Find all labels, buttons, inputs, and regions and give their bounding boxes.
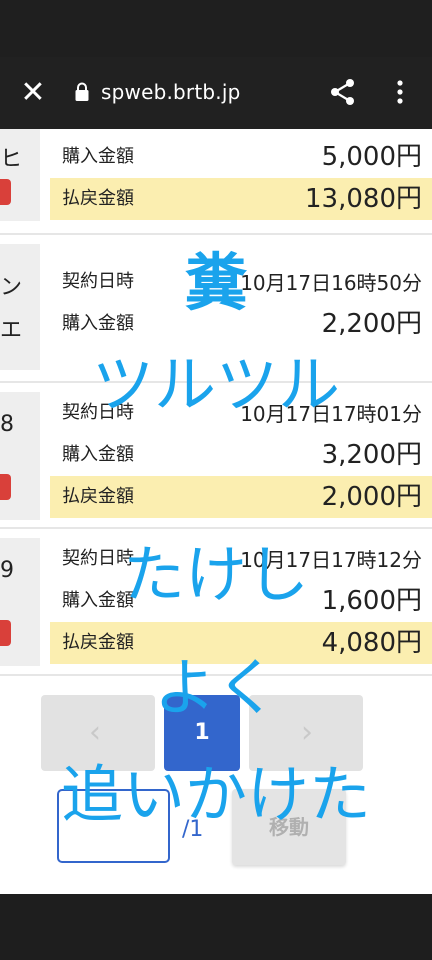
row-label: 契約日時 <box>62 271 134 292</box>
lock-icon <box>75 82 89 101</box>
payout-amount-row: 払戻金額 2,000円 <box>50 476 432 518</box>
divider <box>0 381 432 383</box>
thumbnail-text: ヒ <box>0 147 23 172</box>
purchase-amount-row: 購入金額 2,200円 <box>50 303 432 345</box>
prev-page-button[interactable]: ‹ <box>41 695 155 771</box>
row-value: 2,200円 <box>321 309 422 339</box>
row-value: 13,080円 <box>305 184 422 214</box>
row-value: 10月17日16時50分 <box>240 271 422 295</box>
row-label: 契約日時 <box>62 402 134 423</box>
contract-datetime-row: 契約日時 10月17日17時12分 <box>50 538 432 580</box>
row-label: 購入金額 <box>62 146 134 167</box>
card-thumbnail: 9 <box>0 538 40 666</box>
thumbnail-text: 9 <box>0 558 14 583</box>
navigation-bar <box>0 894 432 960</box>
purchase-amount-row: 購入金額 3,200円 <box>50 434 432 476</box>
card-thumbnail: ヒ <box>0 129 40 221</box>
status-bar <box>0 0 432 57</box>
chevron-right-icon: › <box>301 715 313 750</box>
card-thumbnail: 8 <box>0 392 40 520</box>
move-button[interactable]: 移動 <box>232 789 346 865</box>
row-value: 4,080円 <box>321 628 422 658</box>
row-label: 購入金額 <box>62 444 134 465</box>
divider <box>0 527 432 529</box>
row-label: 契約日時 <box>62 548 134 569</box>
thumbnail-text: 8 <box>0 412 14 437</box>
bet-card[interactable]: ン エ 契約日時 10月17日16時50分 購入金額 2,200円 <box>0 244 432 370</box>
url-text[interactable]: spweb.brtb.jp <box>101 77 241 107</box>
status-badge <box>0 474 11 500</box>
row-value: 10月17日17時01分 <box>240 402 422 426</box>
row-label: 払戻金額 <box>62 486 134 507</box>
divider <box>0 233 432 235</box>
chevron-left-icon: ‹ <box>89 715 101 750</box>
share-icon[interactable] <box>328 77 358 107</box>
close-icon[interactable]: ✕ <box>18 73 48 113</box>
row-value: 1,600円 <box>321 586 422 616</box>
thumbnail-text: ン <box>0 275 23 300</box>
divider <box>0 674 432 676</box>
purchase-amount-row: 購入金額 1,600円 <box>50 580 432 622</box>
row-value: 10月17日17時12分 <box>240 548 422 572</box>
page-content: ヒ 購入金額 5,000円 払戻金額 13,080円 ン エ 契約日時 10月1… <box>0 129 432 894</box>
bet-card[interactable]: 9 契約日時 10月17日17時12分 購入金額 1,600円 払戻金額 4,0… <box>0 538 432 666</box>
browser-toolbar: ✕ spweb.brtb.jp <box>0 57 432 129</box>
more-vert-icon[interactable] <box>392 77 408 107</box>
payout-amount-row: 払戻金額 13,080円 <box>50 178 432 220</box>
status-badge <box>0 620 11 646</box>
row-value: 2,000円 <box>321 482 422 512</box>
next-page-button[interactable]: › <box>249 695 363 771</box>
page-total: /1 <box>182 817 204 842</box>
purchase-amount-row: 購入金額 5,000円 <box>50 136 432 178</box>
page-number-input[interactable] <box>57 789 170 863</box>
row-label: 購入金額 <box>62 313 134 334</box>
payout-amount-row: 払戻金額 4,080円 <box>50 622 432 664</box>
row-label: 払戻金額 <box>62 632 134 653</box>
status-badge <box>0 179 11 205</box>
card-thumbnail: ン エ <box>0 244 40 370</box>
row-value: 5,000円 <box>321 142 422 172</box>
row-label: 払戻金額 <box>62 188 134 209</box>
contract-datetime-row: 契約日時 10月17日17時01分 <box>50 392 432 434</box>
bet-card[interactable]: ヒ 購入金額 5,000円 払戻金額 13,080円 <box>0 129 432 221</box>
contract-datetime-row: 契約日時 10月17日16時50分 <box>50 261 432 303</box>
current-page-button[interactable]: 1 <box>164 695 240 771</box>
bet-card[interactable]: 8 契約日時 10月17日17時01分 購入金額 3,200円 払戻金額 2,0… <box>0 392 432 520</box>
row-value: 3,200円 <box>321 440 422 470</box>
thumbnail-text: エ <box>0 318 23 343</box>
row-label: 購入金額 <box>62 590 134 611</box>
